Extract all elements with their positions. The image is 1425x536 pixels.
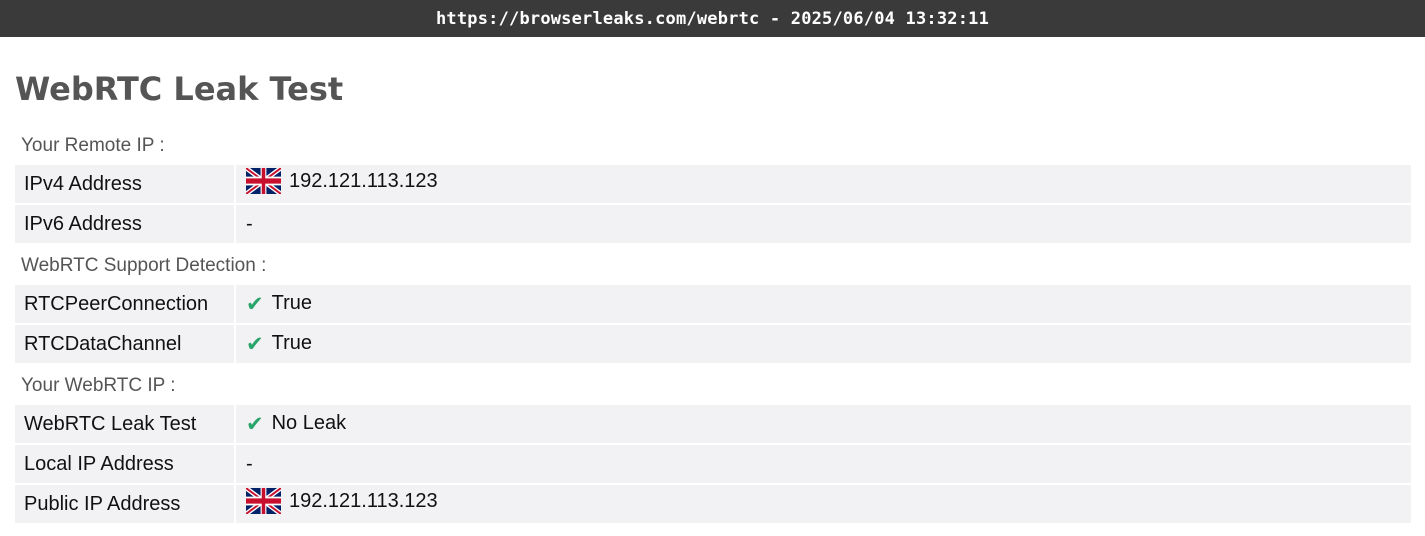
check-icon: ✔ — [246, 411, 264, 436]
remote-ip-table: IPv4 Address 192.121.113.123 IPv6 Addres… — [15, 163, 1411, 245]
ipv6-value: - — [236, 205, 1411, 243]
url-timestamp-bar: https://browserleaks.com/webrtc - 2025/0… — [0, 0, 1425, 37]
uk-flag-icon — [246, 488, 281, 514]
section-label-remote-ip: Your Remote IP : — [21, 135, 165, 156]
section-label-webrtc-support: WebRTC Support Detection : — [21, 255, 267, 276]
uk-flag-icon — [246, 168, 281, 194]
rtcdatachannel-value: True — [271, 332, 312, 354]
row-key: IPv4 Address — [15, 165, 236, 203]
table-row: IPv6 Address - — [15, 205, 1411, 243]
row-key: Public IP Address — [15, 485, 236, 523]
webrtc-ip-table: WebRTC Leak Test ✔ No Leak Local IP Addr… — [15, 403, 1411, 525]
row-key: WebRTC Leak Test — [15, 405, 236, 443]
table-row: Public IP Address 192.121.113.123 — [15, 485, 1411, 523]
leak-test-value: No Leak — [271, 412, 347, 434]
url-timestamp-text: https://browserleaks.com/webrtc - 2025/0… — [435, 8, 990, 29]
row-key: RTCPeerConnection — [15, 285, 236, 323]
table-row: WebRTC Leak Test ✔ No Leak — [15, 405, 1411, 443]
results-panel: Your Remote IP : IPv4 Address 192.121.11… — [15, 125, 1411, 525]
local-ip-value: - — [236, 445, 1411, 483]
table-row: RTCPeerConnection ✔ True — [15, 285, 1411, 323]
webrtc-support-table: RTCPeerConnection ✔ True RTCDataChannel … — [15, 283, 1411, 365]
rtcpeerconnection-value: True — [271, 292, 312, 314]
table-row: IPv4 Address 192.121.113.123 — [15, 165, 1411, 203]
ipv4-value: 192.121.113.123 — [289, 169, 438, 192]
row-key: Local IP Address — [15, 445, 236, 483]
check-icon: ✔ — [246, 331, 264, 356]
table-row: Local IP Address - — [15, 445, 1411, 483]
public-ip-value: 192.121.113.123 — [289, 489, 438, 512]
section-label-webrtc-ip: Your WebRTC IP : — [21, 375, 176, 396]
row-key: RTCDataChannel — [15, 325, 236, 363]
page-title: WebRTC Leak Test — [15, 70, 344, 108]
table-row: RTCDataChannel ✔ True — [15, 325, 1411, 363]
check-icon: ✔ — [246, 291, 264, 316]
row-key: IPv6 Address — [15, 205, 236, 243]
